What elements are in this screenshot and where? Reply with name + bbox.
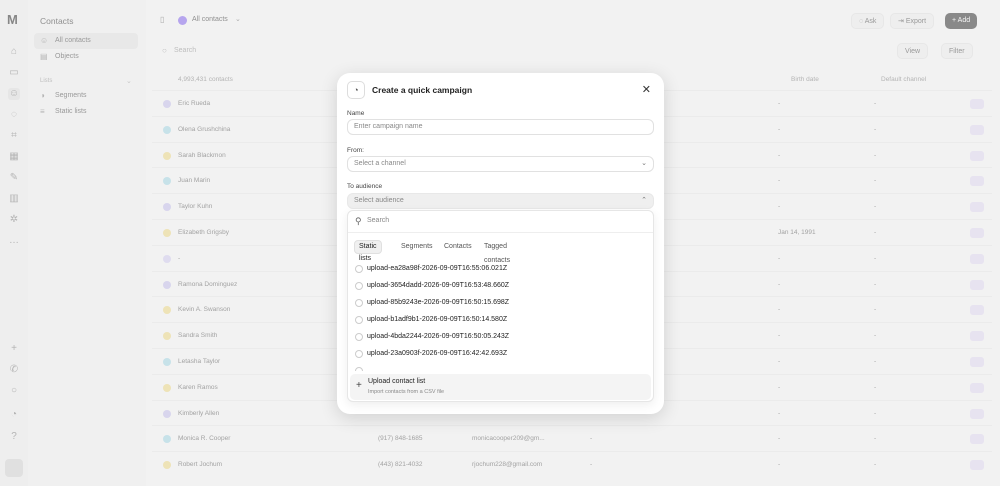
- channel-select[interactable]: Select a channel ⌄: [347, 156, 654, 172]
- radio-icon: [355, 299, 363, 307]
- radio-icon: [355, 350, 363, 358]
- quick-campaign-modal: ◔ Create a quick campaign ✕ Name Enter c…: [337, 73, 664, 414]
- list-item-label: upload-23a0903f-2026-09-09T16:42:42.693Z: [367, 350, 508, 357]
- dropdown-search-input[interactable]: Search: [367, 217, 389, 224]
- chevron-up-icon: ⌃: [641, 197, 647, 204]
- audience-select[interactable]: Select audience ⌃: [347, 193, 654, 209]
- list-item-partial[interactable]: [354, 363, 644, 371]
- list-item-label: upload-b1adf9b1-2026-09-09T16:50:14.580Z: [367, 316, 508, 323]
- audience-select-value: Select audience: [354, 197, 404, 204]
- tab-tagged-contacts[interactable]: Tagged contacts: [480, 240, 514, 264]
- close-icon[interactable]: ✕: [642, 83, 651, 96]
- list-item[interactable]: upload-ea28a98f-2026-09-09T16:55:06.021Z: [354, 261, 644, 277]
- list-item-label: upload-4bda2244-2026-09-09T16:50:05.243Z: [367, 333, 510, 340]
- radio-icon: [355, 282, 363, 290]
- radio-icon: [355, 367, 363, 371]
- list-item[interactable]: upload-4bda2244-2026-09-09T16:50:05.243Z: [354, 329, 644, 345]
- search-icon: ⚲: [355, 216, 362, 226]
- chevron-down-icon: ⌄: [641, 160, 647, 167]
- dropdown-search[interactable]: ⚲ Search: [348, 211, 653, 233]
- campaign-icon: ◔: [347, 81, 365, 99]
- list-item[interactable]: upload-3654dadd-2026-09-09T16:53:48.660Z: [354, 278, 644, 294]
- audience-label: To audience: [347, 183, 383, 190]
- campaign-name-input[interactable]: Enter campaign name: [347, 119, 654, 135]
- plus-icon: +: [356, 380, 362, 391]
- list-item[interactable]: upload-85b9243e-2026-09-09T16:50:15.698Z: [354, 295, 644, 311]
- radio-icon: [355, 316, 363, 324]
- list-item[interactable]: upload-b1adf9b1-2026-09-09T16:50:14.580Z: [354, 312, 644, 328]
- app-window: M ⌂ ▭ ☺ ◌ ⌗ ▦ ✎ ▥ ✲ … + ✆ ○ ◔ ? Contacts…: [0, 0, 1000, 486]
- list-item[interactable]: upload-23a0903f-2026-09-09T16:42:42.693Z: [354, 346, 644, 362]
- tab-segments[interactable]: Segments: [397, 240, 437, 254]
- upload-contact-list-button[interactable]: + Upload contact list Import contacts fr…: [350, 374, 651, 400]
- list-item-label: upload-3654dadd-2026-09-09T16:53:48.660Z: [367, 282, 510, 289]
- modal-title: Create a quick campaign: [372, 85, 473, 95]
- audience-dropdown: ⚲ Search Static lists Segments Contacts …: [347, 210, 654, 402]
- list-item-label: upload-ea28a98f-2026-09-09T16:55:06.021Z: [367, 265, 508, 272]
- upload-subtitle: Import contacts from a CSV file: [368, 389, 445, 395]
- radio-icon: [355, 265, 363, 273]
- tab-contacts[interactable]: Contacts: [440, 240, 476, 254]
- list-item-label: upload-85b9243e-2026-09-09T16:50:15.698Z: [367, 299, 510, 306]
- upload-title: Upload contact list: [368, 378, 426, 385]
- tab-static-lists[interactable]: Static lists: [354, 240, 382, 262]
- from-label: From:: [347, 147, 364, 154]
- name-label: Name: [347, 110, 365, 117]
- channel-select-value: Select a channel: [354, 160, 406, 167]
- radio-icon: [355, 333, 363, 341]
